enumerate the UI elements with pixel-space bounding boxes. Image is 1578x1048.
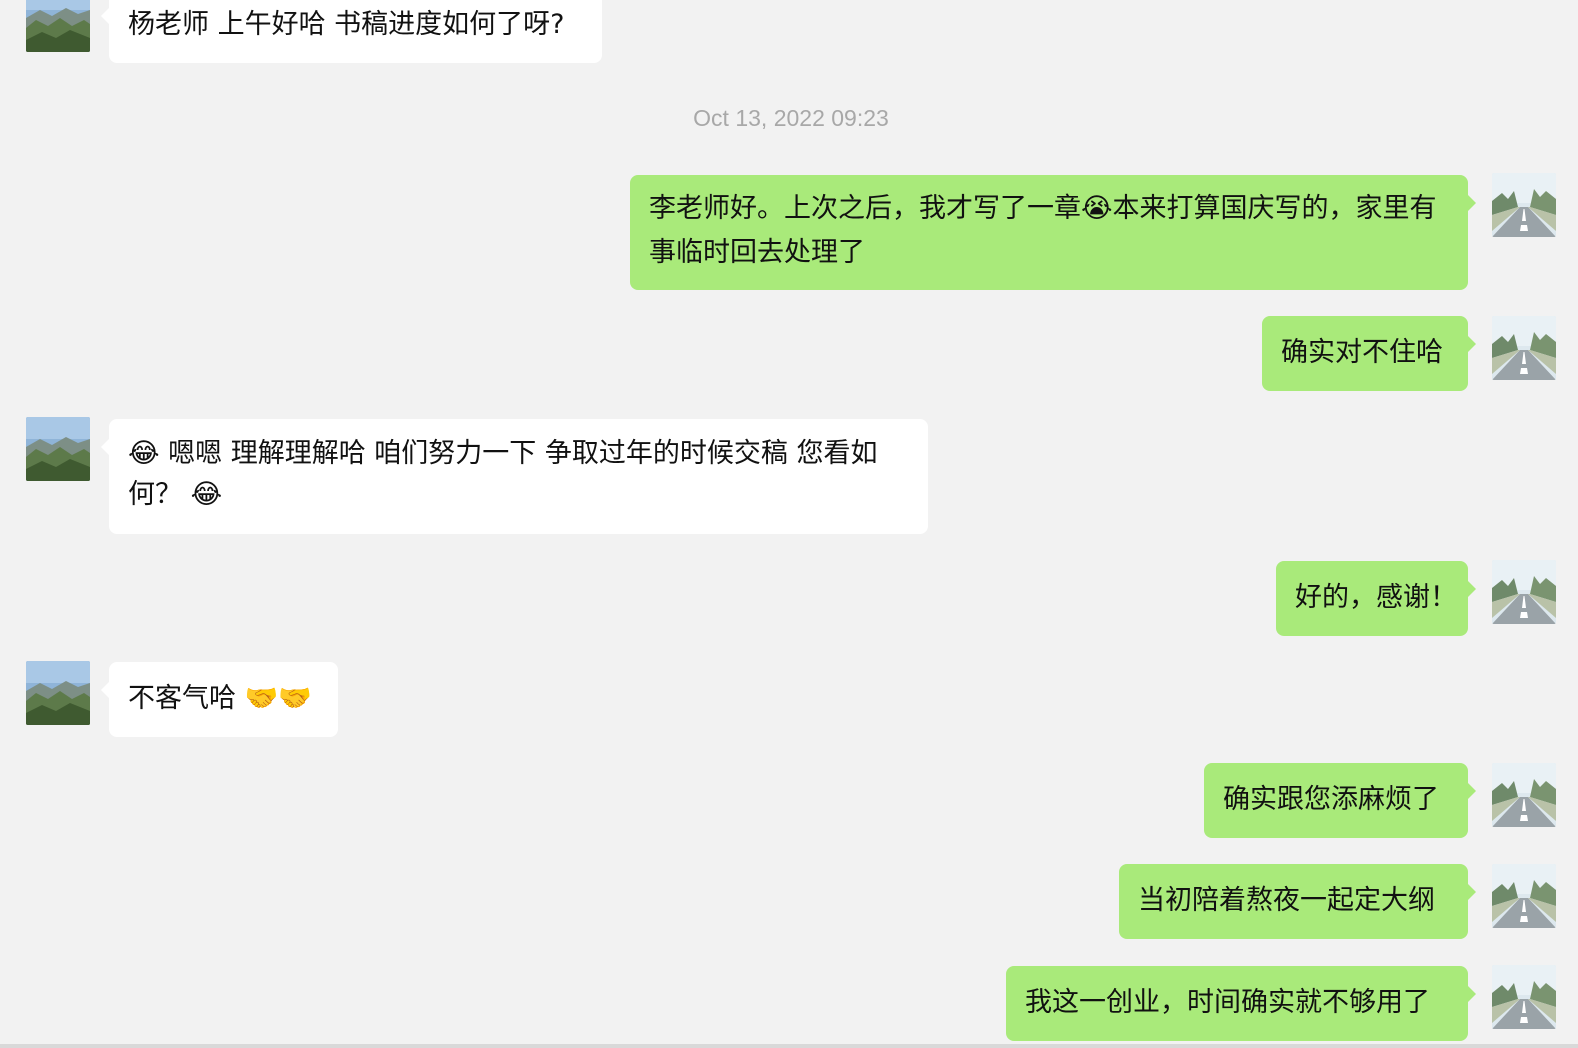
contact-avatar[interactable]	[26, 661, 90, 725]
mountain-landscape-avatar-icon	[26, 661, 90, 725]
mountain-landscape-avatar-icon	[26, 0, 90, 52]
my-avatar[interactable]	[1492, 560, 1556, 624]
message-text: 我这一创业，时间确实就不够用了	[1025, 987, 1430, 1018]
contact-avatar[interactable]	[26, 417, 90, 481]
my-avatar[interactable]	[1492, 173, 1556, 237]
my-avatar[interactable]	[1492, 316, 1556, 380]
tree-lined-road-avatar-icon	[1492, 560, 1556, 624]
mountain-landscape-avatar-icon	[26, 417, 90, 481]
message-bubble-outgoing[interactable]: 李老师好。上次之后，我才写了一章😭本来打算国庆写的，家里有事临时回去处理了	[630, 175, 1476, 290]
message-text: 确实跟您添麻烦了	[1223, 784, 1439, 815]
message-bubble-outgoing[interactable]: 我这一创业，时间确实就不够用了	[1006, 966, 1476, 1041]
chat-area: 杨老师 上午好哈 书稿进度如何了呀? Oct 13, 2022 09:23 李老…	[0, 0, 1578, 1048]
contact-avatar[interactable]	[26, 0, 90, 52]
message-bubble-outgoing[interactable]: 当初陪着熬夜一起定大纲	[1119, 864, 1476, 939]
tree-lined-road-avatar-icon	[1492, 864, 1556, 928]
message-text: 确实对不住哈	[1281, 337, 1443, 368]
message-bubble-incoming[interactable]: 杨老师 上午好哈 书稿进度如何了呀?	[101, 0, 602, 63]
message-bubble-incoming[interactable]: 不客气哈 🤝🤝	[101, 662, 338, 737]
my-avatar[interactable]	[1492, 864, 1556, 928]
message-bubble-outgoing[interactable]: 确实对不住哈	[1262, 316, 1476, 391]
message-bubble-outgoing[interactable]: 好的，感谢！	[1276, 561, 1476, 636]
divider	[0, 1044, 1578, 1048]
my-avatar[interactable]	[1492, 763, 1556, 827]
tree-lined-road-avatar-icon	[1492, 173, 1556, 237]
message-bubble-incoming[interactable]: 😂 嗯嗯 理解理解哈 咱们努力一下 争取过年的时候交稿 您看如何？ 😂	[101, 419, 928, 534]
tree-lined-road-avatar-icon	[1492, 965, 1556, 1029]
message-text: 😂 嗯嗯 理解理解哈 咱们努力一下 争取过年的时候交稿 您看如何？ 😂	[128, 438, 878, 510]
message-text: 杨老师 上午好哈 书稿进度如何了呀?	[128, 9, 565, 40]
tree-lined-road-avatar-icon	[1492, 316, 1556, 380]
tree-lined-road-avatar-icon	[1492, 763, 1556, 827]
my-avatar[interactable]	[1492, 965, 1556, 1029]
message-timestamp: Oct 13, 2022 09:23	[693, 105, 889, 131]
message-text: 好的，感谢！	[1295, 582, 1457, 613]
message-text: 李老师好。上次之后，我才写了一章😭本来打算国庆写的，家里有事临时回去处理了	[649, 193, 1437, 268]
message-bubble-outgoing[interactable]: 确实跟您添麻烦了	[1204, 763, 1476, 838]
message-text: 不客气哈 🤝🤝	[128, 683, 312, 714]
message-text: 当初陪着熬夜一起定大纲	[1138, 885, 1435, 916]
